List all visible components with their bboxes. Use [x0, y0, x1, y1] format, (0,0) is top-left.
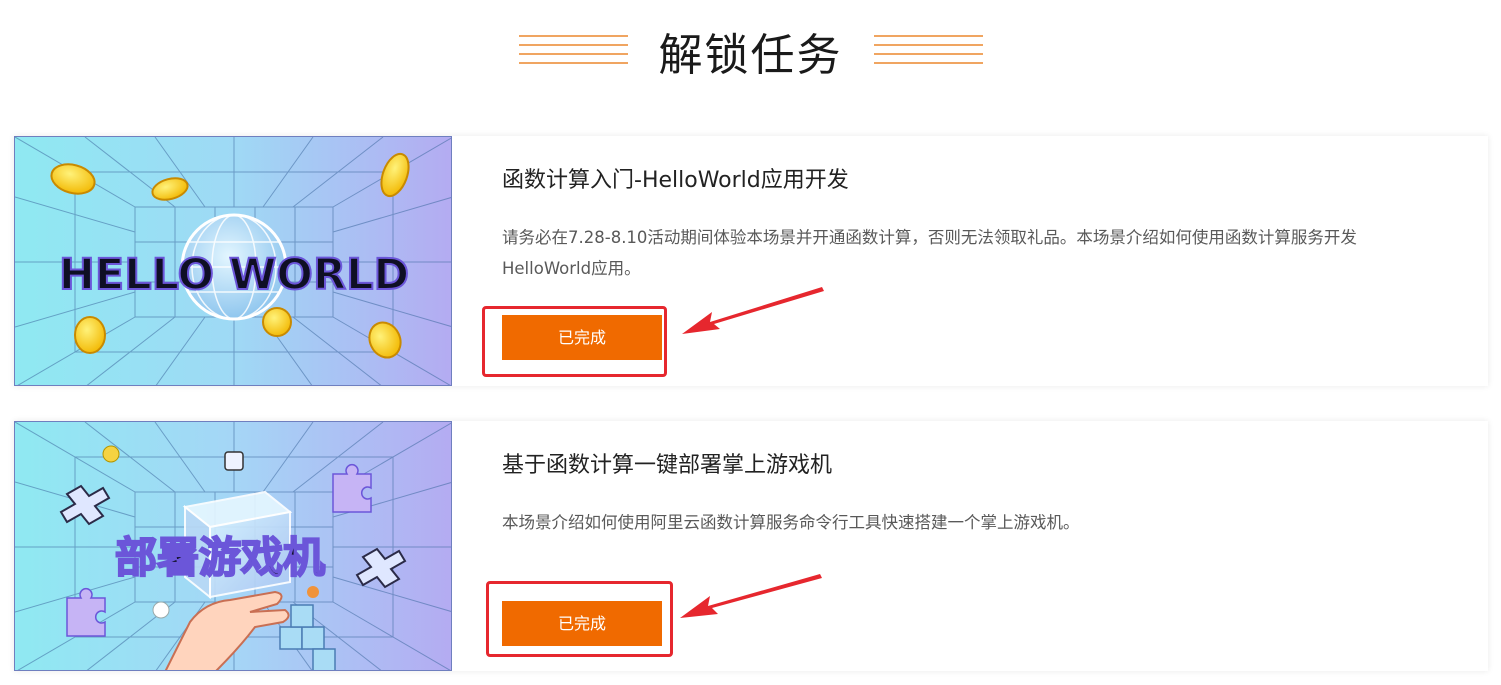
task-card-helloworld: HELLO WORLD 函数计算入门-HelloWorld应用开发 请务必在7.…	[14, 136, 1488, 386]
task-title: 基于函数计算一键部署掌上游戏机	[502, 453, 833, 478]
highlight-box-2	[486, 581, 673, 657]
dice-icon	[224, 451, 244, 471]
task-title: 函数计算入门-HelloWorld应用开发	[502, 168, 849, 193]
title-decoration-right	[874, 35, 983, 71]
task-thumbnail-game-console: 部署游戏机	[14, 421, 452, 671]
task-description: 本场景介绍如何使用阿里云函数计算服务命令行工具快速搭建一个掌上游戏机。	[502, 513, 1080, 532]
title-decoration-left	[519, 35, 628, 71]
highlight-box-1	[482, 306, 667, 377]
thumb-helloworld-text: HELLO WORLD	[59, 250, 409, 300]
annotation-arrow-1-icon	[682, 287, 824, 334]
task-description: 请务必在7.28-8.10活动期间体验本场景并开通函数计算，否则无法领取礼品。本…	[502, 228, 1357, 278]
task-card-game-console: 部署游戏机 基于函数计算一键部署掌上游戏机 本场景介绍如何使用阿里云函数计算服务…	[14, 421, 1488, 671]
thumb-game-console-text: 部署游戏机	[115, 533, 325, 582]
annotation-arrow-2-icon	[680, 574, 822, 618]
section-title: 解锁任务	[658, 30, 843, 81]
task-thumbnail-helloworld: HELLO WORLD	[14, 136, 452, 386]
section-header: 解锁任务	[0, 0, 1501, 110]
